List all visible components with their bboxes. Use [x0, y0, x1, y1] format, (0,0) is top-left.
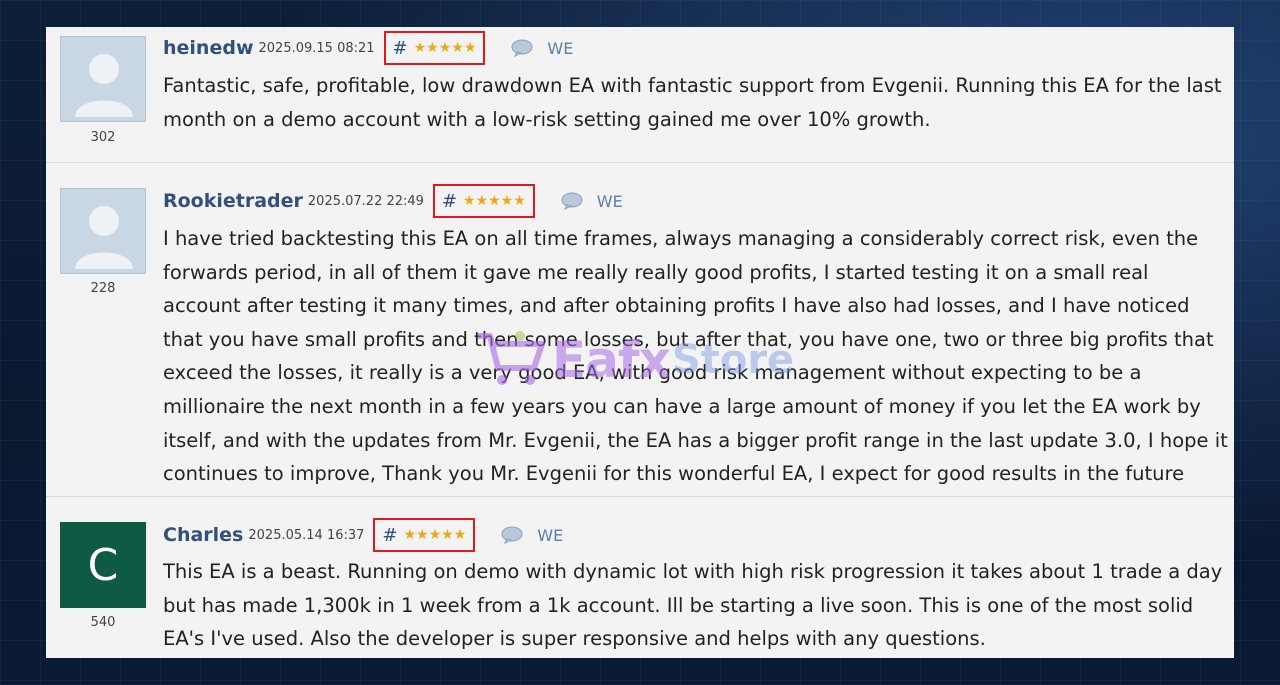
permalink-hash[interactable]: #	[393, 38, 408, 59]
comment-icon[interactable]	[561, 192, 583, 211]
permalink-hash[interactable]: #	[442, 191, 457, 212]
avatar[interactable]: C	[60, 522, 146, 608]
author-link[interactable]: Rookietrader	[163, 190, 303, 212]
default-user-icon	[75, 54, 133, 117]
avatar[interactable]	[60, 188, 146, 274]
review-item: C 540 Charles 2025.05.14 16:37 # ★★★★★ W…	[46, 497, 1234, 658]
review-item: 302 heinedw 2025.09.15 08:21 # ★★★★★ WE …	[46, 27, 1234, 163]
rating-highlight: # ★★★★★	[383, 31, 486, 65]
permalink-hash[interactable]: #	[382, 525, 397, 546]
review-header: heinedw 2025.09.15 08:21 # ★★★★★ WE	[163, 31, 573, 65]
review-header: Charles 2025.05.14 16:37 # ★★★★★ WE	[163, 518, 563, 552]
comment-icon[interactable]	[511, 39, 533, 58]
author-link[interactable]: heinedw	[163, 37, 254, 59]
review-date: 2025.07.22 22:49	[307, 193, 424, 209]
review-header: Rookietrader 2025.07.22 22:49 # ★★★★★ WE	[163, 184, 623, 218]
star-rating: ★★★★★	[463, 193, 526, 209]
review-date: 2025.09.15 08:21	[258, 40, 375, 56]
reply-link[interactable]: WE	[597, 192, 623, 211]
comment-icon[interactable]	[501, 526, 523, 545]
star-rating: ★★★★★	[403, 527, 467, 543]
review-count: 302	[90, 130, 116, 145]
avatar[interactable]	[60, 36, 146, 122]
review-date: 2025.05.14 16:37	[248, 527, 365, 543]
rating-highlight: # ★★★★★	[432, 184, 535, 218]
reply-link[interactable]: WE	[537, 526, 563, 545]
default-user-icon	[75, 206, 133, 269]
review-text: I have tried backtesting this EA on all …	[163, 227, 1228, 486]
rating-highlight: # ★★★★★	[373, 518, 476, 552]
author-link[interactable]: Charles	[163, 524, 243, 546]
reviews-panel: 302 heinedw 2025.09.15 08:21 # ★★★★★ WE …	[46, 27, 1234, 658]
review-count: 228	[90, 281, 116, 296]
review-text: This EA is a beast. Running on demo with…	[163, 560, 1223, 651]
review-text: Fantastic, safe, profitable, low drawdow…	[163, 74, 1222, 131]
review-count: 540	[90, 615, 116, 630]
review-item: 228 Rookietrader 2025.07.22 22:49 # ★★★★…	[46, 163, 1234, 497]
star-rating: ★★★★★	[413, 40, 477, 56]
reply-link[interactable]: WE	[547, 39, 573, 58]
